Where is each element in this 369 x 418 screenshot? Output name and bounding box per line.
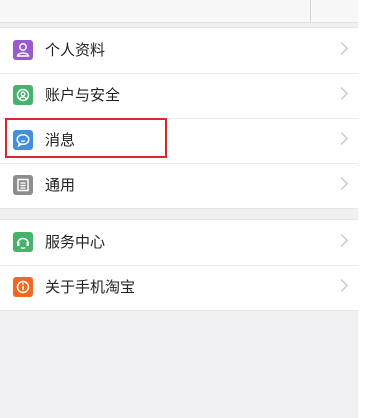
support-item-label: 服务中心 [45,233,106,251]
chevron-right-icon [335,234,348,247]
chevron-right-icon [335,177,348,190]
settings-item-security[interactable]: 账户与安全 [0,73,358,118]
settings-item-profile[interactable]: 个人资料 [0,28,358,73]
settings-group: 个人资料 账户与安全 消息 通用 [0,27,358,209]
chevron-right-icon [335,279,348,292]
service-icon [13,232,33,252]
general-icon [13,175,33,195]
settings-item-label: 账户与安全 [45,86,121,104]
chevron-right-icon [335,87,348,100]
support-group: 服务中心 关于手机淘宝 [0,219,358,311]
support-item-label: 关于手机淘宝 [45,278,136,296]
support-item-service-center[interactable]: 服务中心 [0,220,358,265]
profile-icon [13,40,33,60]
chevron-right-icon [335,42,348,55]
security-icon [13,85,33,105]
settings-screen: 个人资料 账户与安全 消息 通用 服务中心 关于手机淘宝 [0,0,369,418]
settings-item-label: 消息 [45,131,76,149]
settings-item-label: 个人资料 [45,41,106,59]
settings-item-messages[interactable]: 消息 [0,118,358,163]
support-item-about[interactable]: 关于手机淘宝 [0,265,358,310]
settings-item-label: 通用 [45,176,76,194]
message-icon [13,130,33,150]
topbar-divider [310,0,311,22]
settings-item-general[interactable]: 通用 [0,163,358,208]
top-bar [0,0,358,23]
about-icon [13,277,33,297]
right-edge-strip [358,0,369,418]
chevron-right-icon [335,132,348,145]
